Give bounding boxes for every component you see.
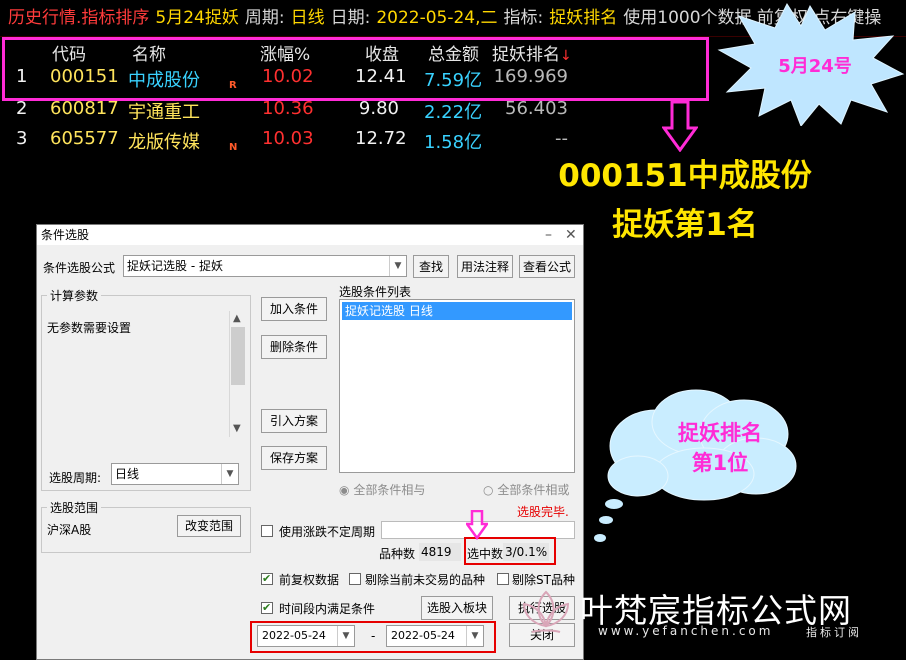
change-scope-button[interactable]: 改变范围: [177, 515, 241, 537]
count-value: 4819: [419, 543, 461, 561]
topbar-segment: 日线: [290, 8, 325, 28]
scroll-up-icon[interactable]: ▲: [233, 313, 241, 324]
topbar-segment: 捉妖排名: [549, 8, 618, 28]
chevron-down-icon[interactable]: ▼: [221, 464, 238, 484]
radio-or-icon: ○: [483, 483, 494, 497]
radio-or-label: 全部条件相或: [497, 483, 570, 497]
uncertain-period-label: 使用涨跌不定周期: [279, 525, 376, 539]
period-label: 选股周期:: [49, 471, 102, 485]
delete-condition-button[interactable]: 删除条件: [261, 335, 327, 359]
adjust-label: 前复权数据: [279, 573, 340, 587]
uncertain-period-checkbox[interactable]: [261, 525, 273, 537]
radio-and-icon: ◉: [339, 483, 350, 497]
topbar-segment: 历史行情.指标排序: [8, 8, 150, 28]
chevron-down-icon[interactable]: ▼: [389, 256, 406, 276]
period-value: 日线: [115, 467, 140, 481]
topbar-segment: 5月24捉妖: [155, 8, 239, 28]
selected-count-highlight: [464, 537, 556, 565]
usage-notes-button[interactable]: 用法注释: [457, 255, 513, 278]
count-label: 品种数: [379, 547, 416, 561]
scope-value: 沪深A股: [47, 523, 92, 537]
small-down-arrow-icon: [466, 510, 488, 540]
add-condition-button[interactable]: 加入条件: [261, 297, 327, 321]
adjust-checkbox[interactable]: [261, 572, 273, 585]
formula-select[interactable]: 捉妖记选股 - 捉妖 ▼: [123, 255, 407, 277]
row-rank: 56.403: [505, 98, 568, 119]
import-plan-button[interactable]: 引入方案: [261, 409, 327, 433]
exclude-notrade-checkbox[interactable]: [349, 573, 361, 585]
period-satisfy-label: 时间段内满足条件: [279, 602, 376, 616]
watermark-url: www.yefanchen.com: [598, 624, 774, 638]
row1-highlight-box: [2, 37, 709, 101]
exclude-st-checkbox[interactable]: [497, 573, 509, 585]
find-button[interactable]: 查找: [413, 255, 449, 278]
save-plan-button[interactable]: 保存方案: [261, 446, 327, 470]
condition-list-label: 选股条件列表: [339, 285, 412, 299]
row-code: 605577: [50, 128, 119, 149]
formula-value: 捉妖记选股 - 捉妖: [127, 259, 223, 273]
watermark-subtitle: 指标订阅: [806, 626, 862, 639]
condition-list-item[interactable]: 捉妖记选股 日线: [342, 302, 572, 320]
scope-group-label: 选股范围: [47, 499, 102, 516]
row-code: 600817: [50, 98, 119, 119]
condition-list[interactable]: 捉妖记选股 日线: [339, 299, 575, 473]
formula-label: 条件选股公式: [43, 261, 116, 275]
status-text: 选股完毕.: [517, 505, 569, 519]
lotus-logo-icon: [522, 590, 570, 633]
scroll-thumb[interactable]: [231, 327, 245, 385]
dialog-titlebar[interactable]: 条件选股 – ✕: [37, 225, 583, 245]
topbar-segment: 日期:: [330, 8, 371, 28]
params-text: 无参数需要设置: [47, 321, 132, 335]
topbar-segment: 指标:: [503, 8, 544, 28]
stock-picker-dialog: 条件选股 – ✕ 条件选股公式 捉妖记选股 - 捉妖 ▼ 查找 用法注释 查看公…: [36, 224, 584, 660]
radio-and-label: 全部条件相与: [353, 483, 426, 497]
row-index: 2: [16, 98, 28, 119]
period-satisfy-checkbox[interactable]: [261, 601, 273, 614]
close-icon[interactable]: ✕: [565, 225, 577, 245]
date-range-highlight: [250, 621, 496, 653]
topbar-segment: 周期:: [244, 8, 285, 28]
row-name: 龙版传媒: [128, 132, 200, 153]
to-block-button[interactable]: 选股入板块: [421, 596, 493, 620]
star-date-label: 5月24号: [778, 56, 852, 77]
row-close: 12.72: [355, 128, 407, 149]
row-change: 10.03: [262, 128, 314, 149]
cloud-tail: [594, 499, 623, 542]
period-select[interactable]: 日线 ▼: [111, 463, 239, 485]
exclude-notrade-label: 剔除当前未交易的品种: [365, 573, 486, 587]
row-name: 宇通重工: [128, 102, 200, 123]
minimize-icon[interactable]: –: [545, 225, 552, 245]
radio-and[interactable]: ◉ 全部条件相与: [339, 481, 425, 498]
row-close: 9.80: [358, 98, 399, 119]
dialog-title: 条件选股: [41, 228, 90, 242]
row-index: 3: [16, 128, 28, 149]
row-change: 10.36: [262, 98, 314, 119]
topbar-segment: 2022-05-24,二: [376, 8, 498, 28]
radio-or[interactable]: ○ 全部条件相或: [483, 481, 569, 498]
annotation-stock-line: 000151中成股份: [558, 158, 812, 194]
row-amount: 1.58亿: [424, 132, 483, 153]
scroll-down-icon[interactable]: ▼: [233, 423, 241, 434]
row-rank: --: [555, 128, 568, 149]
view-formula-button[interactable]: 查看公式: [519, 255, 575, 278]
cloud-text: 捉妖排名 第1位: [650, 418, 790, 478]
row-tag-badge: N: [229, 142, 238, 153]
row-amount: 2.22亿: [424, 102, 483, 123]
params-group-label: 计算参数: [47, 287, 102, 304]
down-arrow-icon: [662, 100, 698, 152]
cloud-line2: 第1位: [691, 451, 749, 475]
cloud-line1: 捉妖排名: [678, 421, 762, 445]
params-scrollbar[interactable]: ▲ ▼: [229, 311, 246, 437]
